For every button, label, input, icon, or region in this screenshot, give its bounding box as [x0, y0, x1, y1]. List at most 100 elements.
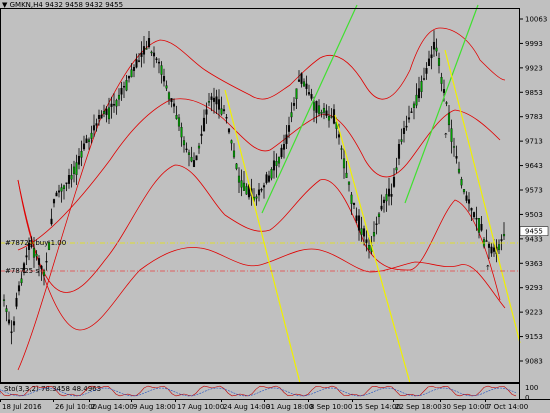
candle: [340, 145, 343, 160]
trend-lines[interactable]: ↑↑: [224, 4, 521, 384]
indicator-scale-label: 0: [525, 394, 529, 402]
candle-body: [255, 196, 258, 199]
candle: [467, 192, 471, 212]
price-label: 9223: [525, 309, 543, 317]
candle: [200, 125, 203, 145]
candle-body: [260, 189, 263, 191]
candle-body: [422, 78, 426, 80]
trend-line-green[interactable]: [261, 4, 358, 214]
candle-body: [90, 132, 93, 139]
candle-body: [35, 253, 38, 257]
candle: [52, 198, 56, 208]
candle: [375, 216, 378, 235]
candle-body: [52, 199, 56, 204]
candle: [465, 191, 468, 204]
candle: [2, 294, 6, 307]
candle: [322, 103, 326, 120]
time-label: 9 Aug 18:00: [133, 403, 176, 411]
candle-body: [342, 158, 346, 169]
candle-body: [277, 156, 281, 164]
candle-body: [75, 162, 78, 175]
candle-body: [457, 168, 461, 173]
candle: [90, 125, 93, 144]
candle: [377, 211, 381, 225]
candle-body: [362, 228, 366, 237]
candle-body: [167, 92, 171, 100]
candle: [232, 143, 236, 159]
candle-body: [212, 97, 216, 102]
candle: [227, 127, 231, 135]
candle: [72, 160, 76, 183]
candle: [445, 101, 448, 107]
candle-body: [130, 69, 133, 78]
candle: [10, 320, 13, 345]
candle-body: [375, 223, 378, 225]
candle-body: [12, 321, 16, 326]
candle: [210, 92, 213, 112]
candle-body: [85, 138, 88, 144]
candle-body: [302, 81, 306, 87]
candle-body: [245, 186, 248, 195]
chart-window[interactable]: ↑ ↑ #78725 buy 1.00 #78725 s 10063 9993 9923…: [0, 0, 550, 413]
candle: [342, 148, 346, 179]
dropdown-arrow-icon[interactable]: ▼: [2, 1, 7, 9]
indicator-scale-label: 100: [525, 384, 538, 392]
candle: [65, 182, 68, 192]
candle: [262, 182, 266, 199]
candle: [5, 305, 8, 322]
candle: [110, 96, 113, 119]
time-label: 15 Sep 14:00: [354, 403, 401, 411]
symbol-line: GMKN,H4 9432 9458 9432 9455: [9, 1, 124, 9]
candle-body: [382, 199, 386, 203]
candle: [75, 154, 78, 185]
candle: [70, 164, 73, 188]
candle-body: [152, 52, 156, 57]
candle-body: [412, 103, 416, 108]
candle: [55, 190, 58, 197]
candle-body: [182, 140, 186, 146]
trend-line-yellow[interactable]: [444, 49, 521, 344]
candle-body: [155, 58, 158, 60]
candle-body: [380, 205, 383, 210]
candle: [420, 75, 423, 99]
candle: [185, 142, 188, 153]
order-lines[interactable]: #78725 buy 1.00 #78725 s: [0, 239, 519, 275]
candle-body: [350, 194, 353, 204]
candle-body: [7, 319, 11, 324]
candle-body: [397, 144, 401, 159]
candle-body: [430, 54, 433, 59]
candle-body: [337, 134, 341, 138]
candle: [152, 46, 156, 68]
candle-body: [497, 244, 501, 250]
candle-body: [80, 151, 83, 158]
candle: [15, 292, 18, 310]
candle: [457, 161, 461, 175]
candle-body: [197, 145, 201, 149]
candle: [490, 242, 493, 257]
candle-body: [142, 46, 146, 55]
price-chart[interactable]: ↑↑ #78725 buy 1.00 #78725 s 10063 9993 9923…: [0, 0, 550, 413]
candle: [177, 114, 181, 131]
candle-body: [65, 182, 68, 184]
candle: [62, 184, 66, 200]
candle-body: [232, 150, 236, 158]
candle: [222, 105, 226, 115]
candle: [487, 241, 491, 260]
candle-body: [227, 128, 231, 133]
arrow-marker-icon: ↑: [443, 132, 449, 140]
candle: [300, 72, 303, 88]
band-line: [17, 27, 506, 371]
candle-body: [295, 88, 298, 100]
candle-body: [217, 99, 221, 110]
candle: [257, 183, 261, 202]
price-label: 9293: [525, 284, 543, 292]
candle: [345, 160, 348, 178]
candle-body: [377, 213, 381, 218]
candle: [405, 115, 408, 131]
candle: [100, 110, 103, 119]
candle-body: [290, 112, 293, 118]
candle: [192, 152, 196, 168]
candle-body: [185, 148, 188, 151]
candle: [295, 88, 298, 110]
candle-body: [305, 83, 308, 89]
